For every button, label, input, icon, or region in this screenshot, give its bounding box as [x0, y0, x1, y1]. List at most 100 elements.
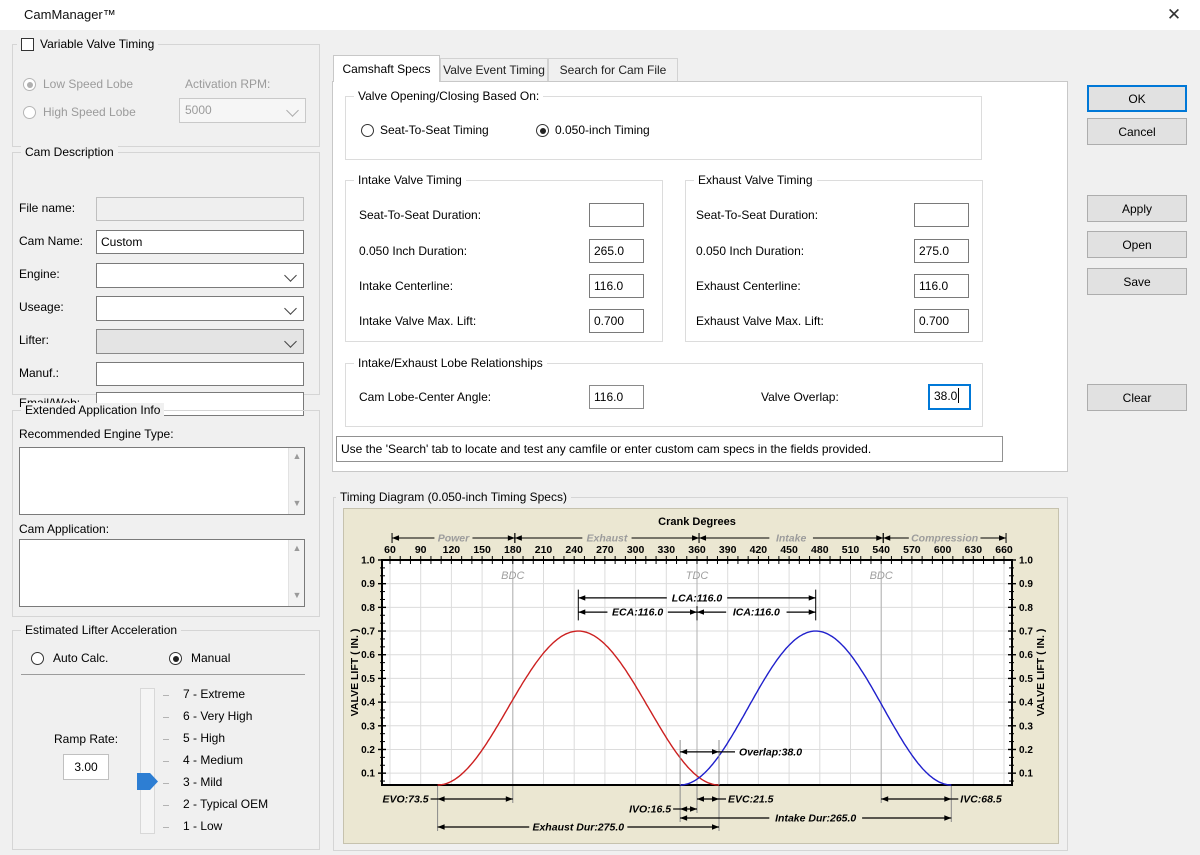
activation-rpm-label: Activation RPM:	[185, 77, 271, 91]
window-title: CamManager™	[24, 7, 116, 22]
scroll-down-icon[interactable]: ▼	[293, 499, 302, 508]
save-button[interactable]: Save	[1087, 268, 1187, 295]
cancel-button[interactable]: Cancel	[1087, 118, 1187, 145]
lobe-relationships-group: Intake/Exhaust Lobe Relationships Cam Lo…	[345, 356, 983, 427]
extended-info-group: Extended Application Info Recommended En…	[12, 403, 320, 617]
scroll-down-icon[interactable]: ▼	[293, 591, 302, 600]
hint-text: Use the 'Search' tab to locate and test …	[336, 436, 1003, 462]
svg-text:EVO:73.5: EVO:73.5	[382, 794, 428, 806]
cam-application-label: Cam Application:	[19, 522, 110, 536]
ramp-rate-slider[interactable]	[140, 688, 155, 834]
svg-text:540: 540	[872, 544, 890, 556]
manual-radio[interactable]	[169, 652, 182, 665]
lobe-relationships-label: Intake/Exhaust Lobe Relationships	[354, 356, 547, 370]
auto-calc-radio[interactable]	[31, 652, 44, 665]
vvt-group: Variable Valve Timing Low Speed Lobe Hig…	[12, 37, 320, 147]
intake-timing-group: Intake Valve Timing Seat-To-Seat Duratio…	[345, 173, 663, 342]
svg-text:Intake Dur:265.0: Intake Dur:265.0	[775, 813, 856, 825]
svg-text:0.6: 0.6	[361, 650, 375, 661]
exhaust-centerline-input[interactable]	[914, 274, 969, 298]
intake-max-lift-input[interactable]	[589, 309, 644, 333]
exhaust-sts-input[interactable]	[914, 203, 969, 227]
intake-sts-label: Seat-To-Seat Duration:	[359, 208, 482, 222]
intake-sts-input[interactable]	[589, 203, 644, 227]
tab-camshaft-specs[interactable]: Camshaft Specs	[333, 55, 440, 82]
tab-valve-event-timing[interactable]: Valve Event Timing	[440, 58, 548, 82]
exhaust-duration-label: 0.050 Inch Duration:	[696, 244, 805, 258]
rec-engine-type-textarea[interactable]: ▲ ▼	[19, 447, 305, 515]
file-name-input[interactable]	[96, 197, 304, 221]
scrollbar[interactable]: ▲ ▼	[288, 540, 304, 606]
svg-text:0.5: 0.5	[361, 674, 375, 685]
engine-combo[interactable]	[96, 263, 304, 288]
svg-text:240: 240	[565, 544, 583, 556]
chevron-down-icon	[286, 104, 299, 117]
open-button[interactable]: Open	[1087, 231, 1187, 258]
lifter-label: Lifter:	[19, 333, 50, 347]
svg-text:600: 600	[934, 544, 952, 556]
svg-text:0.8: 0.8	[1019, 603, 1033, 614]
close-icon[interactable]: ✕	[1162, 3, 1186, 27]
lifter-combo[interactable]	[96, 329, 304, 354]
svg-text:0.1: 0.1	[361, 769, 375, 780]
tab-search-for-cam-file[interactable]: Search for Cam File	[548, 58, 678, 82]
svg-text:300: 300	[627, 544, 645, 556]
scrollbar[interactable]: ▲ ▼	[288, 448, 304, 514]
intake-max-lift-label: Intake Valve Max. Lift:	[359, 314, 477, 328]
dialog-body: Variable Valve Timing Low Speed Lobe Hig…	[0, 30, 1200, 855]
overlap-input[interactable]: 38.0	[928, 384, 971, 410]
low-speed-lobe-radio[interactable]	[23, 78, 36, 91]
scale-tick	[163, 805, 169, 806]
svg-text:Power: Power	[438, 533, 470, 545]
auto-calc-label: Auto Calc.	[53, 651, 109, 665]
lifter-accel-group: Estimated Lifter Acceleration Auto Calc.…	[12, 623, 320, 850]
svg-text:Compression: Compression	[911, 533, 978, 545]
svg-text:0.5: 0.5	[1019, 674, 1033, 685]
svg-text:0.3: 0.3	[361, 721, 375, 732]
svg-text:0.7: 0.7	[361, 627, 375, 638]
cam-application-textarea[interactable]: ▲ ▼	[19, 539, 305, 607]
svg-text:TDC: TDC	[686, 570, 709, 582]
intake-duration-input[interactable]	[589, 239, 644, 263]
exhaust-duration-input[interactable]	[914, 239, 969, 263]
scroll-up-icon[interactable]: ▲	[293, 452, 302, 461]
file-name-label: File name:	[19, 201, 76, 215]
scale-label: 3 - Mild	[183, 775, 223, 789]
useage-combo[interactable]	[96, 296, 304, 321]
scale-label: 5 - High	[183, 731, 226, 745]
intake-centerline-input[interactable]	[589, 274, 644, 298]
clear-button[interactable]: Clear	[1087, 384, 1187, 411]
cam-name-input[interactable]	[96, 230, 304, 254]
overlap-label: Valve Overlap:	[761, 390, 839, 404]
cam-description-group: Cam Description File name: Cam Name: Eng…	[12, 145, 320, 416]
ok-button[interactable]: OK	[1087, 85, 1187, 112]
seat-to-seat-radio[interactable]	[361, 124, 374, 137]
cam-description-label: Cam Description	[21, 145, 118, 159]
high-speed-lobe-radio[interactable]	[23, 106, 36, 119]
svg-text:Crank Degrees: Crank Degrees	[658, 516, 736, 528]
scroll-up-icon[interactable]: ▲	[293, 544, 302, 553]
svg-text:570: 570	[903, 544, 921, 556]
svg-text:Overlap:38.0: Overlap:38.0	[739, 746, 802, 758]
svg-text:EVC:21.5: EVC:21.5	[728, 794, 774, 806]
rec-engine-type-label: Recommended Engine Type:	[19, 427, 174, 441]
scale-label: 7 - Extreme	[183, 687, 246, 701]
vvt-checkbox[interactable]	[21, 37, 34, 51]
svg-text:VALVE LIFT ( IN. ): VALVE LIFT ( IN. )	[1035, 629, 1047, 717]
inch-timing-radio[interactable]	[536, 124, 549, 137]
low-speed-lobe-label: Low Speed Lobe	[43, 77, 134, 91]
svg-text:360: 360	[688, 544, 706, 556]
activation-rpm-combo[interactable]: 5000	[179, 98, 306, 123]
title-bar: CamManager™ ✕	[0, 0, 1200, 30]
separator	[21, 674, 305, 675]
exhaust-max-lift-input[interactable]	[914, 309, 969, 333]
chevron-down-icon	[284, 335, 297, 348]
svg-text:IVC:68.5: IVC:68.5	[960, 794, 1002, 806]
svg-text:210: 210	[535, 544, 553, 556]
svg-text:0.1: 0.1	[1019, 769, 1033, 780]
manuf-input[interactable]	[96, 362, 304, 386]
apply-button[interactable]: Apply	[1087, 195, 1187, 222]
svg-text:0.2: 0.2	[361, 745, 375, 756]
lca-input[interactable]	[589, 385, 644, 409]
cam-name-label: Cam Name:	[19, 234, 84, 248]
